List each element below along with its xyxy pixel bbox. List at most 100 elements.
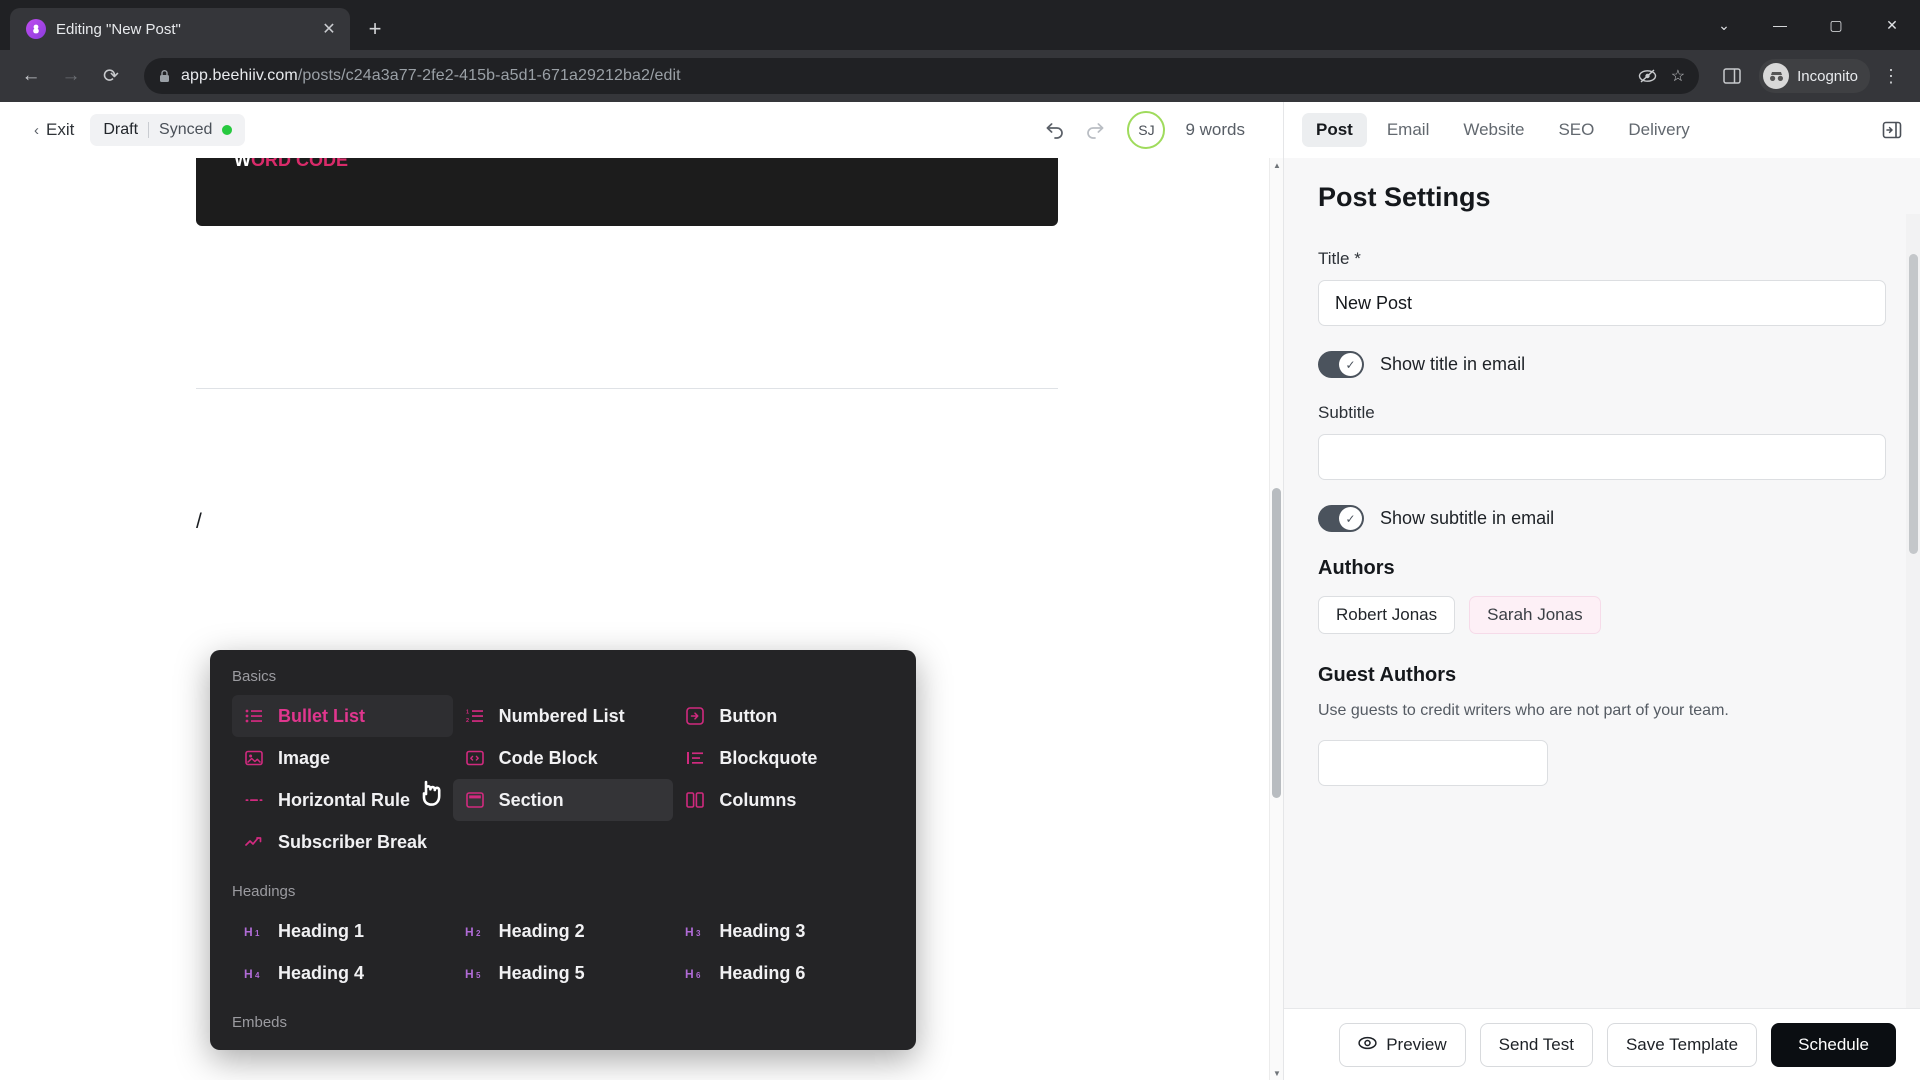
eye-icon [1358,1035,1377,1055]
code-block-element[interactable]: WORD CODE [196,158,1058,226]
slash-item-heading-6[interactable]: H6 Heading 6 [673,952,894,994]
panel-action-bar: Preview Send Test Save Template Schedule [1284,1008,1920,1080]
panel-tabs: Post Email Website SEO Delivery [1284,102,1920,158]
guest-authors-heading: Guest Authors [1318,664,1457,686]
editor-scrollbar-thumb[interactable] [1272,488,1281,798]
slash-menu-headings-grid: H1 Heading 1 H2 Heading 2 H3 Heading 3 H… [232,910,894,994]
tab-website[interactable]: Website [1449,113,1538,147]
slash-item-section[interactable]: Section [452,779,674,821]
slash-item-label: Button [719,705,778,726]
scroll-up-arrow-icon[interactable]: ▲ [1270,158,1283,172]
browser-menu-icon[interactable]: ⋮ [1876,66,1906,87]
title-input[interactable]: New Post [1318,280,1886,326]
slash-item-numbered-list[interactable]: 12 Numbered List [453,695,674,737]
svg-text:2: 2 [466,718,469,724]
show-subtitle-in-email-row[interactable]: ✓ Show subtitle in email [1318,505,1886,532]
beehiiv-logo-icon [26,19,46,39]
slash-item-columns[interactable]: Columns [673,779,894,821]
editor-column: ‹ Exit Draft Synced SJ 9 words WORD CODE… [0,102,1283,1080]
heading-6-icon: H6 [685,963,705,983]
slash-item-heading-2[interactable]: H2 Heading 2 [453,910,674,952]
undo-icon[interactable] [1043,120,1065,140]
slash-item-heading-1[interactable]: H1 Heading 1 [232,910,453,952]
button-icon [685,706,705,726]
svg-text:6: 6 [696,971,701,980]
reload-icon[interactable]: ⟳ [94,59,128,93]
exit-button[interactable]: ‹ Exit [34,120,74,140]
show-title-in-email-toggle[interactable]: ✓ [1318,351,1364,378]
redo-icon[interactable] [1085,120,1107,140]
window-controls: ⌄ — ▢ ✕ [1696,0,1920,50]
horizontal-rule-icon [244,790,264,810]
browser-tabstrip: Editing "New Post" ✕ + ⌄ — ▢ ✕ [0,0,1920,50]
editor-header: ‹ Exit Draft Synced SJ 9 words [0,102,1283,158]
author-chip[interactable]: Robert Jonas [1318,596,1456,634]
back-icon[interactable]: ← [14,59,48,93]
maximize-window-button[interactable]: ▢ [1808,0,1864,50]
show-title-in-email-row[interactable]: ✓ Show title in email [1318,351,1886,378]
slash-item-horizontal-rule[interactable]: Horizontal Rule [232,779,453,821]
heading-5-icon: H5 [465,963,485,983]
editor-canvas[interactable]: WORD CODE / Basics Bullet List 1 2 Numbe… [0,158,1283,1080]
slash-item-image[interactable]: Image [232,737,453,779]
incognito-profile-button[interactable]: Incognito [1759,59,1870,93]
side-panel-icon[interactable] [1715,59,1749,93]
send-test-button[interactable]: Send Test [1479,1022,1593,1067]
slash-item-label: Horizontal Rule [278,789,411,810]
minimize-window-button[interactable]: — [1752,0,1808,50]
omnibox-actions: ☆ [1638,66,1685,86]
slash-item-label: Heading 4 [278,962,365,983]
tab-seo[interactable]: SEO [1544,113,1608,147]
tracking-protection-icon[interactable] [1638,68,1657,84]
avatar[interactable]: SJ [1127,111,1166,149]
slash-item-label: Columns [719,789,797,810]
scroll-down-arrow-icon[interactable]: ▼ [1270,1066,1283,1080]
editor-scrollbar[interactable]: ▲ ▼ [1269,158,1283,1080]
slash-item-subscriber-break[interactable]: Subscriber Break [232,821,453,863]
slash-item-bullet-list[interactable]: Bullet List [232,695,453,737]
author-chip[interactable]: Sarah Jonas [1469,596,1601,634]
svg-text:2: 2 [476,929,481,938]
tab-delivery[interactable]: Delivery [1614,113,1703,147]
slash-item-code-block[interactable]: Code Block [453,737,674,779]
slash-item-heading-4[interactable]: H4 Heading 4 [232,952,453,994]
slash-item-button[interactable]: Button [673,695,894,737]
tab-email[interactable]: Email [1373,113,1444,147]
close-window-button[interactable]: ✕ [1864,0,1920,50]
code-block-icon [465,748,485,768]
slash-command-trigger: / [196,510,202,533]
save-template-button[interactable]: Save Template [1606,1022,1758,1067]
slash-item-label: Heading 6 [719,962,806,983]
slash-item-label: Heading 5 [498,962,585,983]
slash-menu-basics-grid: Bullet List 12 Numbered List Button Imag… [232,695,894,863]
preview-button[interactable]: Preview [1339,1022,1466,1067]
bookmark-star-icon[interactable]: ☆ [1671,66,1685,86]
svg-text:H: H [685,925,694,938]
new-tab-button[interactable]: + [358,12,392,46]
panel-scrollbar-thumb[interactable] [1909,254,1918,554]
url-path: /posts/c24a3a77-2fe2-415b-a5d1-671a29212… [297,67,681,84]
collapse-panel-icon[interactable] [1882,120,1902,140]
tab-post[interactable]: Post [1302,113,1367,147]
tab-search-icon[interactable]: ⌄ [1696,0,1752,50]
show-subtitle-in-email-toggle[interactable]: ✓ [1318,505,1364,532]
panel-scrollbar[interactable] [1906,214,1920,1008]
schedule-button[interactable]: Schedule [1771,1022,1896,1067]
slash-item-heading-5[interactable]: H5 Heading 5 [453,952,674,994]
section-icon [465,790,485,810]
address-bar[interactable]: app.beehiiv.com/posts/c24a3a77-2fe2-415b… [144,58,1700,94]
lock-icon [158,69,171,83]
browser-tab[interactable]: Editing "New Post" ✕ [10,8,350,50]
guest-author-input[interactable] [1318,740,1548,787]
beehiiv-app: ‹ Exit Draft Synced SJ 9 words WORD CODE… [0,102,1920,1080]
slash-command-menu[interactable]: Basics Bullet List 12 Numbered List Butt… [210,650,916,1050]
exit-label: Exit [46,120,75,139]
close-tab-icon[interactable]: ✕ [318,18,340,40]
status-draft-label: Draft [103,121,139,138]
status-pill[interactable]: Draft Synced [90,114,246,146]
blockquote-icon [685,748,705,768]
forward-icon[interactable]: → [54,59,88,93]
slash-item-heading-3[interactable]: H3 Heading 3 [673,910,894,952]
slash-item-blockquote[interactable]: Blockquote [673,737,894,779]
subtitle-input[interactable] [1318,434,1886,480]
